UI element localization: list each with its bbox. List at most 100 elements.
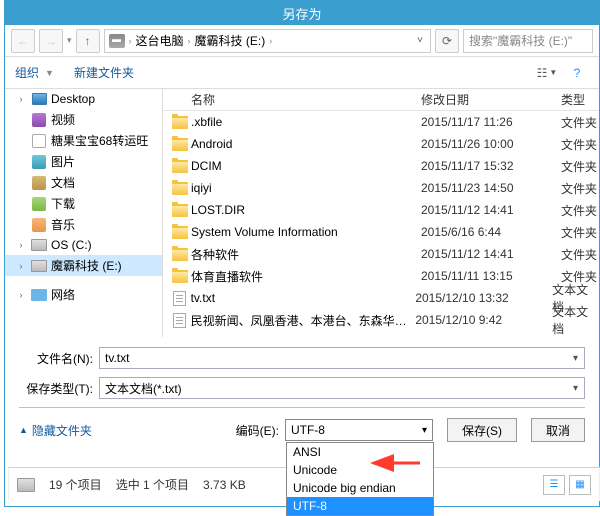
file-row[interactable]: 民视新闻、凤凰香港、本港台、东森华视…2015/12/10 9:42文本文档 [163,309,599,331]
encoding-combo[interactable]: UTF-8 ANSIUnicodeUnicode big endianUTF-8 [285,419,433,441]
filename-input[interactable]: tv.txt [99,347,585,369]
file-date: 2015/12/10 9:42 [415,313,552,327]
file-name: tv.txt [191,291,416,305]
file-row[interactable]: DCIM2015/11/17 15:32文件夹 [163,155,599,177]
breadcrumb-pc[interactable]: 这台电脑 [136,32,184,49]
refresh-button[interactable]: ⟳ [435,29,459,53]
chevron-icon: › [15,261,27,271]
file-type: 文件夹 [561,224,597,241]
network-icon [31,287,47,303]
pic-icon [31,154,47,170]
folder-icon [171,224,189,240]
file-date: 2015/11/23 14:50 [421,181,561,195]
encoding-option[interactable]: ANSI [287,443,433,461]
doc-icon [31,175,47,191]
toolbar: 组织 ▼ 新建文件夹 ☷ ▼ ? [5,57,599,89]
breadcrumb-dropdown-icon[interactable]: ˅ [414,35,426,46]
file-row[interactable]: LOST.DIR2015/11/12 14:41文件夹 [163,199,599,221]
column-headers: 名称 修改日期 类型 [163,89,599,111]
file-name: 体育直播软件 [191,268,421,285]
details-view-button[interactable]: ☰ [543,475,565,495]
sidebar-item[interactable]: 视频 [5,109,162,130]
search-placeholder: 搜索"魔霸科技 (E:)" [469,32,572,49]
folder-icon [171,136,189,152]
status-size: 3.73 KB [203,478,246,492]
sidebar-item[interactable]: 糖果宝宝68转运旺 [5,130,162,151]
file-date: 2015/11/17 11:26 [421,115,561,129]
sidebar-item[interactable]: 下载 [5,193,162,214]
status-items: 19 个项目 [49,476,102,493]
sidebar-item-network[interactable]: › 网络 [5,284,162,305]
column-date[interactable]: 修改日期 [421,91,561,108]
sidebar-item-label: 音乐 [51,216,75,233]
new-folder-button[interactable]: 新建文件夹 [74,64,134,81]
txt-icon [171,290,189,306]
nav-bar: ← → ▾ ↑ ▬ › 这台电脑 › 魔霸科技 (E:) › ˅ ⟳ 搜索"魔霸… [5,25,599,57]
file-row[interactable]: .xbfile2015/11/17 11:26文件夹 [163,111,599,133]
save-button[interactable]: 保存(S) [447,418,517,442]
file-date: 2015/11/26 10:00 [421,137,561,151]
column-type[interactable]: 类型 [561,91,599,108]
column-name[interactable]: 名称 [191,91,421,108]
chevron-right-icon: › [15,290,27,300]
chevron-icon: › [15,240,27,250]
file-type: 文件夹 [561,246,597,263]
sidebar-item[interactable]: ›Desktop [5,89,162,109]
back-button[interactable]: ← [11,29,35,53]
file-date: 2015/11/12 14:41 [421,203,561,217]
breadcrumb[interactable]: ▬ › 这台电脑 › 魔霸科技 (E:) › ˅ [104,29,431,53]
file-date: 2015/11/17 15:32 [421,159,561,173]
folder-icon [171,158,189,174]
file-list: 名称 修改日期 类型 .xbfile2015/11/17 11:26文件夹And… [163,89,599,337]
file-row[interactable]: System Volume Information2015/6/16 6:44文… [163,221,599,243]
sidebar: ›Desktop视频糖果宝宝68转运旺图片文档下载音乐›OS (C:)›魔霸科技… [5,89,163,337]
sidebar-item[interactable]: ›OS (C:) [5,235,162,255]
file-row[interactable]: Android2015/11/26 10:00文件夹 [163,133,599,155]
sidebar-item-label: 文档 [51,174,75,191]
filetype-label: 保存类型(T): [19,380,99,397]
filename-label: 文件名(N): [19,350,99,367]
file-row[interactable]: iqiyi2015/11/23 14:50文件夹 [163,177,599,199]
forward-button[interactable]: → [39,29,63,53]
video-icon [31,112,47,128]
drive-icon [31,258,47,274]
file-type: 文本文档 [552,303,599,337]
search-input[interactable]: 搜索"魔霸科技 (E:)" [463,29,593,53]
file-type: 文件夹 [561,202,597,219]
file-row[interactable]: tv.txt2015/12/10 13:32文本文档 [163,287,599,309]
encoding-dropdown: ANSIUnicodeUnicode big endianUTF-8 [286,442,434,516]
sidebar-item[interactable]: › 魔霸科技 (E:) [5,255,162,276]
file-date: 2015/12/10 13:32 [415,291,552,305]
encoding-option[interactable]: UTF-8 [287,497,433,515]
file-row[interactable]: 体育直播软件2015/11/11 13:15文件夹 [163,265,599,287]
file-date: 2015/11/11 13:15 [421,269,561,283]
sidebar-item[interactable]: 图片 [5,151,162,172]
chevron-right-icon: › [127,36,134,46]
encoding-value: UTF-8 [291,423,325,437]
cancel-button[interactable]: 取消 [531,418,585,442]
file-row[interactable]: 各种软件2015/11/12 14:41文件夹 [163,243,599,265]
desktop-icon [31,91,47,107]
icons-view-button[interactable]: ▦ [569,475,591,495]
filetype-value: 文本文档(*.txt) [105,380,182,397]
breadcrumb-drive[interactable]: 魔霸科技 (E:) [195,32,266,49]
view-options-button[interactable]: ☷ ▼ [535,62,559,84]
filename-value: tv.txt [105,351,129,365]
sidebar-item-label: 魔霸科技 (E:) [51,257,122,274]
folder-icon [171,246,189,262]
encoding-option[interactable]: Unicode [287,461,433,479]
filetype-input[interactable]: 文本文档(*.txt) [99,377,585,399]
sidebar-item[interactable]: 文档 [5,172,162,193]
up-button[interactable]: ↑ [76,29,100,53]
encoding-label: 编码(E): [236,422,279,439]
organize-menu[interactable]: 组织 [15,64,39,81]
recent-chevron-icon[interactable]: ▾ [67,35,72,46]
encoding-option[interactable]: Unicode big endian [287,479,433,497]
help-button[interactable]: ? [565,62,589,84]
sidebar-item[interactable]: 音乐 [5,214,162,235]
hide-folders-link[interactable]: 隐藏文件夹 [19,422,92,439]
file-name: System Volume Information [191,225,421,239]
file-name: .xbfile [191,115,421,129]
bottom-panel: 文件名(N): tv.txt 保存类型(T): 文本文档(*.txt) 隐藏文件… [5,337,599,456]
music-icon [31,217,47,233]
